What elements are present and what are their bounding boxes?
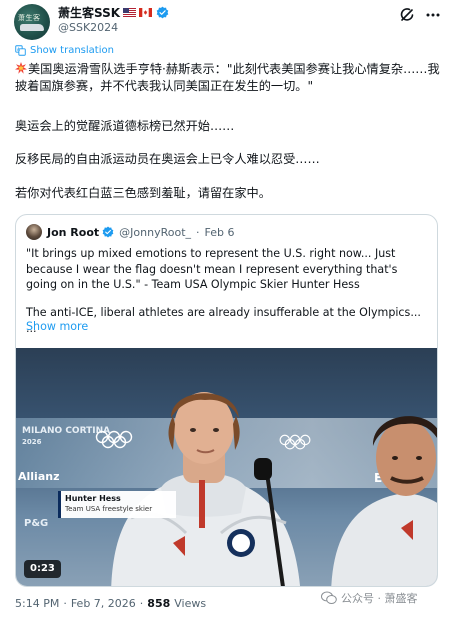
- wechat-watermark: 公众号 · 萧盛客: [321, 590, 418, 606]
- microphone-icon: [254, 458, 272, 480]
- tweet-paragraph-2: 奥运会上的觉醒派道德标榜已然开始……: [15, 119, 235, 133]
- quote-author-avatar[interactable]: [26, 224, 42, 240]
- author-name-row: 萧生客SSK: [58, 4, 169, 20]
- show-translation-link[interactable]: A Show translation: [15, 45, 114, 56]
- views-count: 858: [147, 597, 171, 610]
- tweet-footer: 5:14 PM · Feb 7, 2026 · 858 Views: [15, 597, 206, 610]
- avatar-car-graphic: [20, 24, 44, 31]
- author-avatar[interactable]: 萧生客: [14, 4, 50, 40]
- quote-author-name[interactable]: Jon Root: [47, 226, 99, 239]
- verified-badge-icon[interactable]: [156, 6, 169, 19]
- tweet-paragraph-4: 若你对代表红白蓝三色感到羞耻，请留在家中。: [15, 186, 271, 200]
- quote-verified-badge-icon: [102, 226, 114, 238]
- author-display-name[interactable]: 萧生客SSK: [58, 4, 120, 21]
- avatar-text: 萧生客: [18, 14, 41, 22]
- explosion-emoji-icon: [15, 62, 27, 74]
- author-block: 萧生客SSK @SSK2024: [58, 4, 169, 34]
- quote-author-handle[interactable]: @JonnyRoot_: [119, 226, 191, 239]
- speaker-athlete-figure: [111, 392, 300, 586]
- tweet-paragraph-1-text: 美国奥运滑雪队选手亨特·赫斯表示："此刻代表美国参赛让我心情复杂……我披着国旗参…: [15, 62, 440, 93]
- name-tag-subtitle: Team USA freestyle skier: [65, 505, 153, 513]
- quote-separator: ·: [196, 225, 200, 239]
- watermark-text: 公众号 · 萧盛客: [341, 592, 418, 605]
- video-duration-badge: 0:23: [24, 560, 61, 578]
- quote-date[interactable]: Feb 6: [205, 226, 235, 239]
- grok-icon[interactable]: [398, 6, 416, 24]
- quoted-tweet-card[interactable]: Jon Root @JonnyRoot_ · Feb 6 "It brings …: [15, 214, 438, 587]
- ca-flag-icon: [139, 7, 153, 17]
- tweet: 萧生客 萧生客SSK @SSK2024 A Show translation 美…: [0, 0, 452, 617]
- translate-icon: A: [15, 45, 26, 56]
- backdrop-text-3: Allianz: [18, 470, 60, 483]
- footer-separator-1: ·: [63, 597, 67, 610]
- show-translation-label: Show translation: [30, 45, 114, 56]
- name-tag-name: Hunter Hess: [65, 494, 121, 503]
- post-date[interactable]: Feb 7, 2026: [71, 597, 136, 610]
- wechat-icon: [321, 591, 337, 604]
- backdrop-text-2: 2026: [22, 438, 42, 446]
- footer-separator-2: ·: [139, 597, 144, 610]
- tweet-paragraph-1: 美国奥运滑雪队选手亨特·赫斯表示："此刻代表美国参赛让我心情复杂……我披着国旗参…: [15, 61, 441, 95]
- backdrop-text-5: P&G: [24, 518, 49, 529]
- tweet-paragraph-3: 反移民局的自由派运动员在奥运会上已令人难以忍受……: [15, 152, 320, 166]
- views-label: Views: [174, 597, 207, 610]
- quote-header: Jon Root @JonnyRoot_ · Feb 6: [47, 225, 235, 239]
- us-flag-icon: [123, 7, 137, 17]
- author-handle[interactable]: @SSK2024: [58, 21, 169, 34]
- more-options-icon[interactable]: [424, 6, 442, 24]
- show-more-link[interactable]: Show more: [26, 320, 88, 333]
- post-time[interactable]: 5:14 PM: [15, 597, 59, 610]
- second-athlete-figure: [331, 416, 437, 586]
- quote-text-1: "It brings up mixed emotions to represen…: [26, 247, 398, 291]
- video-name-tag: Hunter Hess Team USA freestyle skier: [58, 491, 176, 518]
- quote-video-player[interactable]: MILANO CORTINA 2026 Allianz Eloitte. P&G: [16, 348, 437, 586]
